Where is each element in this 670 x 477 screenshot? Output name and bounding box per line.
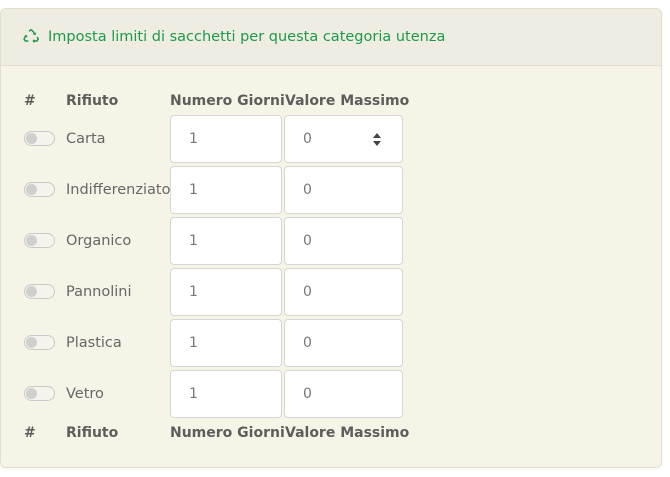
valore-massimo-input[interactable]: 0 xyxy=(284,166,403,214)
numero-giorni-input[interactable]: 1 xyxy=(170,319,282,367)
numero-giorni-input[interactable]: 1 xyxy=(170,166,282,214)
enable-toggle[interactable] xyxy=(24,233,55,248)
valore-massimo-input[interactable]: 0 xyxy=(284,319,403,367)
panel-header: Imposta limiti di sacchetti per questa c… xyxy=(1,9,661,66)
valore-massimo-input[interactable]: 0 xyxy=(284,370,403,418)
rifiuto-label: Organico xyxy=(66,233,132,249)
valore-massimo-input[interactable]: 0 xyxy=(284,268,403,316)
rifiuto-label: Vetro xyxy=(66,386,104,402)
valore-massimo-input[interactable]: 0 xyxy=(284,115,403,163)
spinner-icon[interactable] xyxy=(373,133,383,147)
column-header-rifiuto: Rifiuto xyxy=(66,93,119,109)
numero-giorni-input[interactable]: 1 xyxy=(170,370,282,418)
rifiuto-label: Pannolini xyxy=(66,284,132,300)
enable-toggle[interactable] xyxy=(24,284,55,299)
enable-toggle[interactable] xyxy=(24,182,55,197)
rifiuto-label: Carta xyxy=(66,131,106,147)
rifiuto-label: Indifferenziato xyxy=(66,182,171,198)
numero-giorni-input[interactable]: 1 xyxy=(170,217,282,265)
footer-header-rifiuto: Rifiuto xyxy=(66,425,119,441)
valore-massimo-input[interactable]: 0 xyxy=(284,217,403,265)
enable-toggle[interactable] xyxy=(24,131,55,146)
numero-giorni-input[interactable]: 1 xyxy=(170,268,282,316)
recycle-icon xyxy=(22,28,40,46)
footer-header-numero-giorni: Numero Giorni xyxy=(170,425,285,441)
column-header-valore-massimo: Valore Massimo xyxy=(285,93,410,109)
footer-header-valore-massimo: Valore Massimo xyxy=(285,425,410,441)
column-header-numero-giorni: Numero Giorni xyxy=(170,93,285,109)
numero-giorni-input[interactable]: 1 xyxy=(170,115,282,163)
panel-title: Imposta limiti di sacchetti per questa c… xyxy=(48,29,446,45)
rifiuto-label: Plastica xyxy=(66,335,122,351)
enable-toggle[interactable] xyxy=(24,386,55,401)
enable-toggle[interactable] xyxy=(24,335,55,350)
footer-header-index: # xyxy=(24,425,36,441)
column-header-index: # xyxy=(24,93,36,109)
